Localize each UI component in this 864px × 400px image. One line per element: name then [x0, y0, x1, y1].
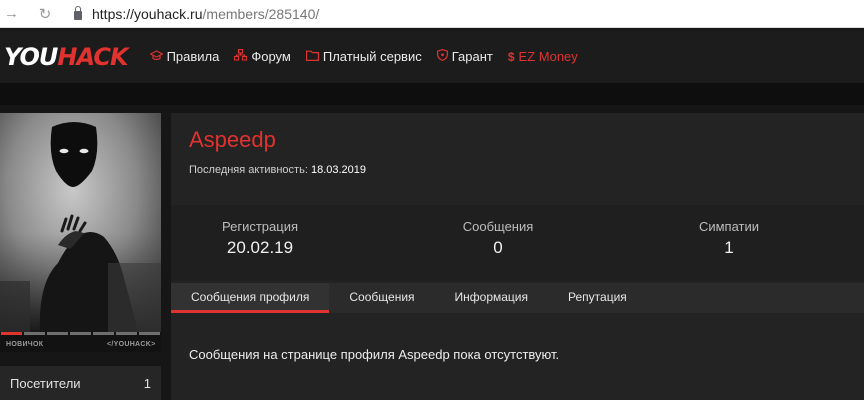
nav-item-label: Платный сервис: [322, 49, 422, 64]
back-arrow-icon[interactable]: →: [4, 0, 19, 28]
nav-item-ez-money[interactable]: $ EZ Money: [508, 49, 578, 64]
nav-item-paid-service[interactable]: Платный сервис: [305, 49, 422, 64]
nav-item-rules[interactable]: Правила: [148, 49, 220, 64]
avatar-image: [0, 113, 161, 332]
visitors-block[interactable]: Посетители 1: [0, 366, 161, 400]
stat-label: Регистрация: [222, 219, 298, 234]
logo-hack: HACK: [57, 42, 128, 71]
reload-icon[interactable]: ↻: [36, 5, 54, 23]
last-activity-value: 18.03.2019: [310, 164, 367, 176]
header-divider-strip: [0, 83, 864, 105]
nav-item-label: Правила: [166, 49, 220, 64]
nav-item-guarantor[interactable]: Гарант: [436, 48, 493, 64]
rank-progress-segment: [116, 332, 137, 335]
logo-you: YOU: [4, 42, 58, 71]
profile-panel: Aspeedp Последняя активность: 18.03.2019…: [171, 113, 864, 400]
visitors-count: 1: [143, 375, 151, 391]
stat-value: 20.02.19: [226, 238, 294, 257]
stat-label: Сообщения: [462, 219, 534, 234]
graduation-cap-icon: [148, 49, 164, 64]
visitors-label: Посетители: [10, 375, 81, 391]
rank-progress-segment: [1, 332, 22, 335]
tab-messages[interactable]: Сообщения: [329, 283, 434, 313]
rank-progress-segment: [70, 332, 91, 335]
rank-progress-segment: [47, 332, 68, 335]
tab-information[interactable]: Информация: [435, 283, 548, 313]
tab-profile-posts[interactable]: Сообщения профиля: [171, 283, 330, 313]
tab-content: Сообщения на странице профиля Aspeedp по…: [171, 327, 864, 400]
rank-progress-segment: [24, 332, 45, 335]
profile-tabs: Сообщения профиля Сообщения Информация Р…: [171, 283, 864, 313]
site-logo[interactable]: YOUHACK: [4, 42, 129, 71]
folder-icon: [305, 50, 319, 64]
stat-value: 0: [493, 238, 503, 257]
nav-item-label: Форум: [251, 49, 291, 64]
nav-item-label: EZ Money: [518, 49, 578, 64]
rank-brand: </YOUHACK>: [107, 341, 156, 348]
profile-stats: Регистрация 20.02.19 Сообщения 0 Симпати…: [171, 205, 864, 281]
stat-registration: Регистрация 20.02.19: [221, 219, 299, 258]
shield-icon: [436, 48, 448, 64]
tab-reputation[interactable]: Репутация: [548, 283, 647, 313]
main-menu: Правила Форум Платный сервис Гарант $ EZ…: [148, 48, 593, 64]
lock-icon: [74, 5, 82, 20]
empty-profile-posts-message: Сообщения на странице профиля Aspeedp по…: [189, 347, 560, 362]
url-host: https://youhack.ru: [92, 5, 203, 22]
last-activity-label: Последняя активность:: [189, 164, 308, 176]
last-activity: Последняя активность: 18.03.2019: [189, 164, 366, 176]
dollar-icon: $: [507, 49, 515, 64]
stat-value: 1: [724, 238, 734, 257]
rank-progress-segment: [93, 332, 114, 335]
nav-item-label: Гарант: [451, 49, 493, 64]
stat-likes[interactable]: Симпатии 1: [689, 219, 769, 258]
stat-label: Симпатии: [698, 219, 760, 234]
site-header: YOUHACK Правила Форум Платный сервис Гар…: [0, 30, 864, 83]
sitemap-icon: [234, 48, 248, 64]
profile-username: Aspeedp: [189, 127, 276, 152]
url-path: /members/285140/: [202, 5, 320, 22]
browser-address-bar: → ↻ https://youhack.ru/members/285140/: [0, 0, 864, 28]
stat-messages[interactable]: Сообщения 0: [453, 219, 543, 258]
rank-label: НОВИЧОК: [6, 341, 44, 348]
rank-progress-segment: [139, 332, 160, 335]
url-text[interactable]: https://youhack.ru/members/285140/: [92, 6, 319, 22]
nav-item-forum[interactable]: Форум: [234, 48, 291, 64]
profile-avatar[interactable]: [0, 113, 161, 332]
